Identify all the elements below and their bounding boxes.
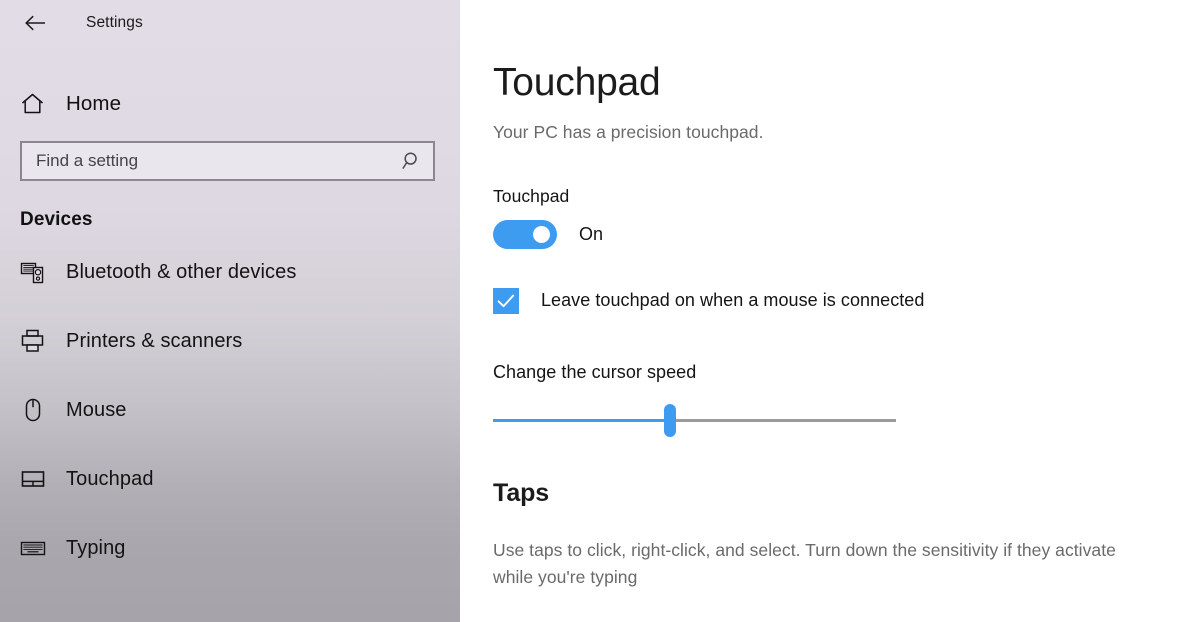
taps-section-title: Taps	[493, 478, 550, 507]
taps-section-description: Use taps to click, right-click, and sele…	[493, 539, 1116, 587]
settings-window: Settings Home Devices	[0, 0, 1200, 622]
sidebar-item-printers-scanners[interactable]: Printers & scanners	[0, 316, 460, 366]
sidebar-item-typing-label: Typing	[66, 536, 126, 559]
check-icon	[497, 294, 515, 308]
search-box[interactable]	[20, 141, 435, 181]
sidebar-item-mouse[interactable]: Mouse	[0, 385, 460, 435]
sidebar-nav-list: Bluetooth & other devices Printers & sca…	[0, 247, 460, 573]
touchpad-toggle-label: Touchpad	[493, 185, 570, 206]
sidebar-item-bluetooth-other-devices-label: Bluetooth & other devices	[66, 260, 297, 283]
keyboard-icon	[20, 535, 50, 561]
sidebar-item-typing[interactable]: Typing	[0, 523, 460, 573]
sidebar: Settings Home Devices	[0, 0, 460, 622]
titlebar: Settings	[0, 0, 460, 46]
touchpad-icon	[20, 466, 50, 492]
page-subtitle: Your PC has a precision touchpad.	[493, 121, 764, 142]
toggle-knob	[533, 225, 550, 243]
sidebar-item-bluetooth-other-devices[interactable]: Bluetooth & other devices	[0, 247, 460, 297]
sidebar-section-devices: Devices	[20, 209, 93, 230]
leave-touchpad-on-checkbox-label: Leave touchpad on when a mouse is connec…	[541, 290, 925, 311]
sidebar-item-home-label: Home	[66, 92, 122, 115]
page-title: Touchpad	[493, 61, 661, 104]
search-icon[interactable]	[391, 143, 433, 179]
back-arrow-icon	[24, 15, 46, 31]
sidebar-item-touchpad[interactable]: Touchpad	[0, 454, 460, 504]
window-title: Settings	[86, 14, 143, 31]
leave-touchpad-on-checkbox[interactable]	[493, 287, 519, 314]
cursor-speed-label: Change the cursor speed	[493, 361, 697, 382]
devices-icon	[20, 259, 50, 285]
content-panel: Touchpad Your PC has a precision touchpa…	[460, 0, 1200, 622]
touchpad-toggle[interactable]	[493, 219, 557, 249]
touchpad-toggle-state: On	[579, 223, 604, 244]
leave-touchpad-on-checkbox-row[interactable]: Leave touchpad on when a mouse is connec…	[493, 287, 1200, 314]
search-input[interactable]	[22, 151, 391, 171]
slider-thumb[interactable]	[664, 403, 677, 437]
sidebar-item-touchpad-label: Touchpad	[66, 467, 154, 490]
back-button[interactable]	[18, 8, 52, 38]
sidebar-item-printers-scanners-label: Printers & scanners	[66, 329, 243, 352]
home-icon	[20, 92, 50, 116]
printer-icon	[20, 328, 50, 354]
cursor-speed-slider[interactable]	[493, 403, 896, 437]
sidebar-item-home[interactable]: Home	[0, 82, 460, 126]
mouse-icon	[20, 397, 50, 423]
sidebar-item-mouse-label: Mouse	[66, 398, 127, 421]
touchpad-toggle-row: On	[493, 219, 1200, 249]
slider-fill	[493, 418, 671, 422]
